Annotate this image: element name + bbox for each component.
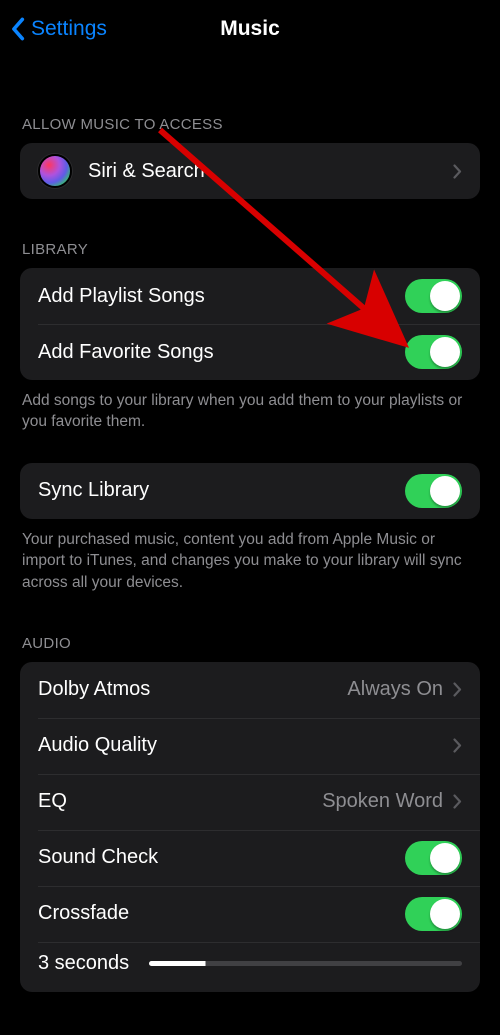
row-siri-search[interactable]: Siri & Search <box>20 143 480 199</box>
crossfade-slider[interactable] <box>149 961 462 966</box>
chevron-left-icon <box>10 17 25 41</box>
row-label: Add Favorite Songs <box>38 341 405 364</box>
section-footer-sync: Your purchased music, content you add fr… <box>0 519 500 593</box>
crossfade-value-label: 3 seconds <box>38 952 129 975</box>
group-sync: Sync Library <box>20 463 480 519</box>
back-label: Settings <box>31 17 107 41</box>
row-label: Add Playlist Songs <box>38 285 405 308</box>
toggle-sync-library[interactable] <box>405 474 462 508</box>
back-button[interactable]: Settings <box>10 17 107 41</box>
row-crossfade[interactable]: Crossfade <box>20 886 480 942</box>
group-access: Siri & Search <box>20 143 480 199</box>
chevron-right-icon <box>453 164 462 179</box>
row-dolby-atmos[interactable]: Dolby Atmos Always On <box>20 662 480 718</box>
row-sync-library[interactable]: Sync Library <box>20 463 480 519</box>
toggle-sound-check[interactable] <box>405 841 462 875</box>
group-audio: Dolby Atmos Always On Audio Quality EQ S… <box>20 662 480 992</box>
row-label: EQ <box>38 790 322 813</box>
group-library-add: Add Playlist Songs Add Favorite Songs <box>20 268 480 380</box>
nav-bar: Settings Music <box>0 0 500 58</box>
row-label: Siri & Search <box>88 160 453 183</box>
row-label: Dolby Atmos <box>38 678 347 701</box>
chevron-right-icon <box>453 794 462 809</box>
section-header-library: LIBRARY <box>0 241 500 268</box>
section-footer-library: Add songs to your library when you add t… <box>0 380 500 433</box>
row-audio-quality[interactable]: Audio Quality <box>20 718 480 774</box>
toggle-crossfade[interactable] <box>405 897 462 931</box>
row-value: Always On <box>347 678 443 701</box>
row-value: Spoken Word <box>322 790 443 813</box>
row-label: Sound Check <box>38 846 405 869</box>
row-add-playlist-songs[interactable]: Add Playlist Songs <box>20 268 480 324</box>
siri-icon <box>38 154 72 188</box>
row-add-favorite-songs[interactable]: Add Favorite Songs <box>20 324 480 380</box>
chevron-right-icon <box>453 682 462 697</box>
row-sound-check[interactable]: Sound Check <box>20 830 480 886</box>
chevron-right-icon <box>453 738 462 753</box>
row-label: Crossfade <box>38 902 405 925</box>
row-eq[interactable]: EQ Spoken Word <box>20 774 480 830</box>
row-label: Audio Quality <box>38 734 453 757</box>
row-crossfade-time: 3 seconds <box>20 942 480 992</box>
section-header-access: ALLOW MUSIC TO ACCESS <box>0 116 500 143</box>
toggle-add-favorite[interactable] <box>405 335 462 369</box>
toggle-add-playlist[interactable] <box>405 279 462 313</box>
row-label: Sync Library <box>38 479 405 502</box>
section-header-audio: AUDIO <box>0 635 500 662</box>
